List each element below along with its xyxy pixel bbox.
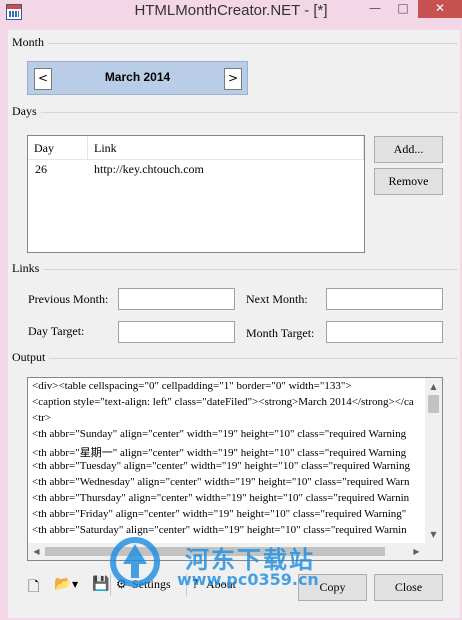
output-line: <th abbr="Sunday" align="center" width="… <box>32 428 407 440</box>
scroll-left-icon[interactable]: ◀ <box>28 543 45 560</box>
output-textbox[interactable]: <div><table cellspacing="0" cellpadding=… <box>27 377 443 561</box>
next-month-field[interactable] <box>326 288 443 310</box>
about-button[interactable]: About <box>206 577 236 592</box>
open-folder-icon[interactable]: 📂 <box>54 576 71 592</box>
month-target-field[interactable] <box>326 321 443 343</box>
day-column-header[interactable]: Day <box>28 136 88 160</box>
close-button[interactable]: Close <box>374 574 443 601</box>
toolbar-separator <box>110 574 111 596</box>
add-day-button[interactable]: Add... <box>374 136 443 163</box>
settings-icon[interactable]: ⚙ <box>116 577 127 591</box>
link-column-header[interactable]: Link <box>88 136 364 160</box>
vertical-scrollbar[interactable]: ▲ ▼ <box>425 378 442 543</box>
days-section-label: Days <box>12 104 41 119</box>
output-line: <th abbr="Wednesday" align="center" widt… <box>32 476 410 488</box>
horizontal-scroll-thumb[interactable] <box>45 547 385 556</box>
next-month-button[interactable]: > <box>224 68 242 90</box>
app-window: HTMLMonthCreator.NET - [*] — □ ✕ Month M… <box>0 0 462 620</box>
previous-month-field[interactable] <box>118 288 235 310</box>
scroll-down-icon[interactable]: ▼ <box>425 526 442 543</box>
days-list[interactable]: Day Link 26 http://key.chtouch.com <box>27 135 365 253</box>
save-icon[interactable]: 💾 <box>92 576 109 592</box>
about-icon[interactable]: ? <box>192 577 198 591</box>
links-section-label: Links <box>12 261 44 276</box>
month-selector: March 2014 < > <box>27 61 248 95</box>
output-line: <tr> <box>32 412 52 424</box>
scroll-up-icon[interactable]: ▲ <box>425 378 442 395</box>
scroll-right-icon[interactable]: ▶ <box>408 543 425 560</box>
month-target-label: Month Target: <box>246 326 315 340</box>
output-line: <th abbr="Saturday" align="center" width… <box>32 524 407 536</box>
days-section-divider <box>14 112 458 113</box>
vertical-scroll-thumb[interactable] <box>428 395 439 413</box>
day-target-label: Day Target: <box>28 324 85 338</box>
minimize-button[interactable]: — <box>362 0 388 18</box>
output-line: <div><table cellspacing="0" cellpadding=… <box>32 380 352 392</box>
table-row[interactable]: 26 http://key.chtouch.com <box>28 160 364 178</box>
output-section-divider <box>14 358 458 359</box>
new-file-icon[interactable]: 🗋 <box>28 576 39 600</box>
title-bar[interactable]: HTMLMonthCreator.NET - [*] — □ ✕ <box>0 0 462 28</box>
day-target-field[interactable] <box>118 321 235 343</box>
output-line: <th abbr="Tuesday" align="center" width=… <box>32 460 410 472</box>
output-line: <th abbr="星期一" align="center" width="19"… <box>32 447 407 459</box>
output-section-label: Output <box>12 350 50 365</box>
output-line: <th abbr="Friday" align="center" width="… <box>32 508 407 520</box>
remove-day-button[interactable]: Remove <box>374 168 443 195</box>
client-area: Month March 2014 < > Days Day Link 26 ht… <box>8 30 460 618</box>
month-section-divider <box>14 43 458 44</box>
current-month: March 2014 <box>104 70 171 84</box>
link-cell: http://key.chtouch.com <box>94 162 204 176</box>
prev-month-button[interactable]: < <box>34 68 52 90</box>
close-window-button[interactable]: ✕ <box>418 0 462 18</box>
output-line: <caption style="text-align: left" class=… <box>32 396 414 408</box>
toolbar-separator <box>186 574 187 596</box>
month-section-label: Month <box>12 35 49 50</box>
previous-month-label: Previous Month: <box>28 292 109 306</box>
day-cell: 26 <box>35 162 47 176</box>
output-line: <th abbr="Thursday" align="center" width… <box>32 492 410 504</box>
horizontal-scrollbar[interactable]: ◀ ▶ <box>28 543 442 560</box>
next-month-label: Next Month: <box>246 292 308 306</box>
chevron-down-icon[interactable]: ▼ <box>72 580 78 589</box>
settings-button[interactable]: Settings <box>132 577 171 592</box>
copy-button[interactable]: Copy <box>298 574 367 601</box>
links-section-divider <box>14 269 458 270</box>
maximize-button[interactable]: □ <box>390 0 416 18</box>
